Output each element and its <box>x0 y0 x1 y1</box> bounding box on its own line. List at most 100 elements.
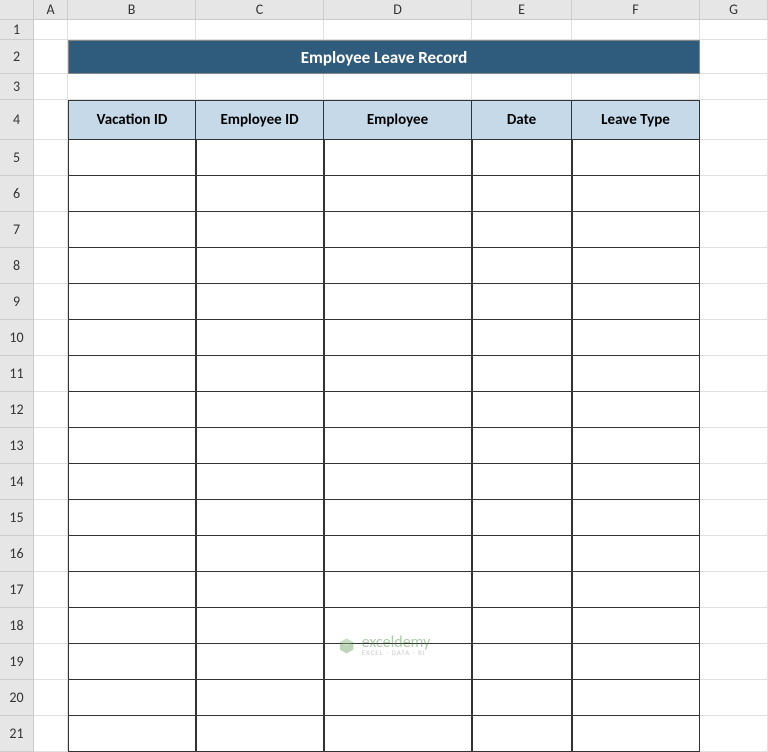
cell-G10[interactable] <box>700 320 768 356</box>
row-header-15[interactable]: 15 <box>0 500 34 536</box>
cell-C20[interactable] <box>196 680 324 716</box>
cell-C1[interactable] <box>196 20 324 40</box>
cell-B17[interactable] <box>68 572 196 608</box>
cell-F21[interactable] <box>572 716 700 752</box>
cell-C11[interactable] <box>196 356 324 392</box>
cell-A9[interactable] <box>34 284 68 320</box>
row-header-8[interactable]: 8 <box>0 248 34 284</box>
row-header-6[interactable]: 6 <box>0 176 34 212</box>
cell-D18[interactable] <box>324 608 472 644</box>
cell-F8[interactable] <box>572 248 700 284</box>
col-header-E[interactable]: E <box>472 0 572 20</box>
cell-F12[interactable] <box>572 392 700 428</box>
cell-C21[interactable] <box>196 716 324 752</box>
cell-E19[interactable] <box>472 644 572 680</box>
cell-B6[interactable] <box>68 176 196 212</box>
cell-F17[interactable] <box>572 572 700 608</box>
cell-B7[interactable] <box>68 212 196 248</box>
cell-D16[interactable] <box>324 536 472 572</box>
col-header-A[interactable]: A <box>34 0 68 20</box>
cell-C17[interactable] <box>196 572 324 608</box>
col-header-C[interactable]: C <box>196 0 324 20</box>
cell-E20[interactable] <box>472 680 572 716</box>
row-header-12[interactable]: 12 <box>0 392 34 428</box>
th-employee-id[interactable]: Employee ID <box>196 100 324 140</box>
cell-F5[interactable] <box>572 140 700 176</box>
row-header-13[interactable]: 13 <box>0 428 34 464</box>
cell-G21[interactable] <box>700 716 768 752</box>
cell-C13[interactable] <box>196 428 324 464</box>
row-header-20[interactable]: 20 <box>0 680 34 716</box>
title-bar[interactable]: Employee Leave Record <box>68 40 700 74</box>
cell-A11[interactable] <box>34 356 68 392</box>
cell-B11[interactable] <box>68 356 196 392</box>
cell-E15[interactable] <box>472 500 572 536</box>
cell-D12[interactable] <box>324 392 472 428</box>
row-header-11[interactable]: 11 <box>0 356 34 392</box>
cell-C5[interactable] <box>196 140 324 176</box>
cell-A2[interactable] <box>34 40 68 74</box>
cell-B8[interactable] <box>68 248 196 284</box>
cell-A3[interactable] <box>34 74 68 100</box>
cell-E5[interactable] <box>472 140 572 176</box>
cell-G9[interactable] <box>700 284 768 320</box>
cell-C7[interactable] <box>196 212 324 248</box>
cell-D14[interactable] <box>324 464 472 500</box>
cell-F19[interactable] <box>572 644 700 680</box>
cell-F9[interactable] <box>572 284 700 320</box>
cell-G14[interactable] <box>700 464 768 500</box>
row-header-3[interactable]: 3 <box>0 74 34 100</box>
row-header-4[interactable]: 4 <box>0 100 34 140</box>
cell-A20[interactable] <box>34 680 68 716</box>
cell-A16[interactable] <box>34 536 68 572</box>
cell-F15[interactable] <box>572 500 700 536</box>
cell-C16[interactable] <box>196 536 324 572</box>
cell-A10[interactable] <box>34 320 68 356</box>
cell-D3[interactable] <box>324 74 472 100</box>
cell-E13[interactable] <box>472 428 572 464</box>
cell-C10[interactable] <box>196 320 324 356</box>
row-header-14[interactable]: 14 <box>0 464 34 500</box>
th-vacation-id[interactable]: Vacation ID <box>68 100 196 140</box>
cell-D13[interactable] <box>324 428 472 464</box>
cell-B12[interactable] <box>68 392 196 428</box>
cell-F1[interactable] <box>572 20 700 40</box>
cell-A21[interactable] <box>34 716 68 752</box>
cell-D9[interactable] <box>324 284 472 320</box>
cell-F6[interactable] <box>572 176 700 212</box>
cell-G18[interactable] <box>700 608 768 644</box>
cell-D19[interactable] <box>324 644 472 680</box>
cell-C15[interactable] <box>196 500 324 536</box>
cell-B15[interactable] <box>68 500 196 536</box>
cell-C3[interactable] <box>196 74 324 100</box>
cell-E17[interactable] <box>472 572 572 608</box>
row-header-19[interactable]: 19 <box>0 644 34 680</box>
cell-G12[interactable] <box>700 392 768 428</box>
cell-B21[interactable] <box>68 716 196 752</box>
cell-D1[interactable] <box>324 20 472 40</box>
cell-A4[interactable] <box>34 100 68 140</box>
th-date[interactable]: Date <box>472 100 572 140</box>
cell-F14[interactable] <box>572 464 700 500</box>
cell-A1[interactable] <box>34 20 68 40</box>
col-header-D[interactable]: D <box>324 0 472 20</box>
cell-G4[interactable] <box>700 100 768 140</box>
cell-G17[interactable] <box>700 572 768 608</box>
cell-B19[interactable] <box>68 644 196 680</box>
cell-F7[interactable] <box>572 212 700 248</box>
cell-E9[interactable] <box>472 284 572 320</box>
cell-G7[interactable] <box>700 212 768 248</box>
cell-C18[interactable] <box>196 608 324 644</box>
row-header-17[interactable]: 17 <box>0 572 34 608</box>
cell-A13[interactable] <box>34 428 68 464</box>
cell-D17[interactable] <box>324 572 472 608</box>
cell-B20[interactable] <box>68 680 196 716</box>
cell-A14[interactable] <box>34 464 68 500</box>
cell-A6[interactable] <box>34 176 68 212</box>
cell-E1[interactable] <box>472 20 572 40</box>
cell-E16[interactable] <box>472 536 572 572</box>
cell-D8[interactable] <box>324 248 472 284</box>
cell-D21[interactable] <box>324 716 472 752</box>
col-header-B[interactable]: B <box>68 0 196 20</box>
cell-A12[interactable] <box>34 392 68 428</box>
